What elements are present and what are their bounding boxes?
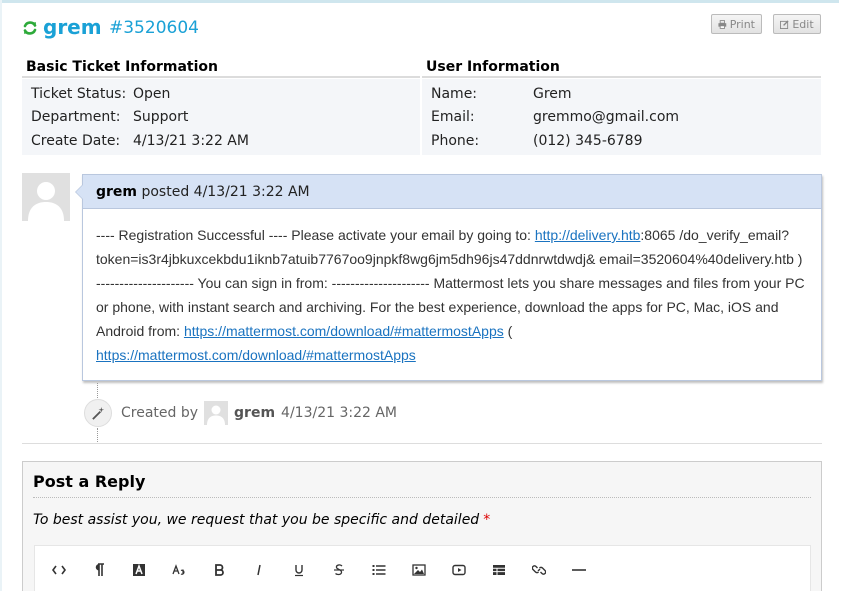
info-value: Support	[133, 109, 189, 126]
info-row-status: Ticket Status: Open	[22, 82, 420, 106]
delivery-link[interactable]: http://delivery.htb	[535, 227, 641, 243]
text-color-button[interactable]	[119, 550, 159, 590]
entry-text: (	[503, 323, 513, 339]
table-button[interactable]	[479, 550, 519, 590]
print-label: Print	[729, 17, 755, 31]
paragraph-icon	[95, 563, 104, 576]
timeline-connector	[97, 428, 98, 442]
code-view-button[interactable]	[39, 550, 79, 590]
bold-icon	[215, 564, 224, 576]
event-icon	[84, 399, 112, 427]
info-value: Grem	[533, 85, 572, 102]
divider	[22, 443, 822, 444]
link-button[interactable]	[519, 550, 559, 590]
image-button[interactable]	[399, 550, 439, 590]
paragraph-button[interactable]	[79, 550, 119, 590]
user-silhouette-icon	[207, 405, 226, 425]
info-label: Email:	[431, 109, 475, 126]
info-value: 4/13/21 3:22 AM	[133, 132, 249, 149]
info-row-create-date: Create Date: 4/13/21 3:22 AM	[22, 129, 420, 153]
left-border	[0, 0, 2, 591]
info-value: Open	[133, 85, 171, 102]
info-label: Name:	[431, 85, 478, 102]
post-reply-section: Post a Reply To best assist you, we requ…	[22, 461, 822, 591]
info-value: gremmo@gmail.com	[533, 109, 680, 126]
user-silhouette-icon	[28, 182, 64, 221]
event-user: grem	[234, 405, 276, 421]
user-info: User Information Name: Grem Email: gremm…	[422, 57, 821, 155]
avatar	[204, 401, 229, 425]
entry-pointer-inner	[76, 185, 83, 199]
user-info-title: User Information	[422, 57, 821, 78]
entry-time: 4/13/21 3:22 AM	[193, 184, 310, 200]
reply-title: Post a Reply	[33, 472, 146, 491]
edit-label: Edit	[792, 17, 814, 31]
font-size-button[interactable]	[159, 550, 199, 590]
list-icon	[372, 565, 386, 575]
italic-icon	[257, 564, 261, 576]
ticket-header: grem #3520604 Print Edit	[22, 12, 822, 42]
horizontal-rule-button[interactable]	[559, 550, 599, 590]
basic-info-table: Ticket Status: Open Department: Support …	[22, 79, 420, 155]
font-size-icon	[172, 564, 185, 575]
edit-button[interactable]: Edit	[773, 14, 821, 34]
italic-button[interactable]	[239, 550, 279, 590]
created-by-text: Created by	[121, 405, 199, 421]
ticket-number-link[interactable]: #3520604	[109, 18, 199, 38]
required-mark: *	[483, 512, 491, 528]
link-icon	[532, 565, 546, 575]
thread-entry: grem posted 4/13/21 3:22 AM ---- Registr…	[75, 174, 822, 381]
bold-button[interactable]	[199, 550, 239, 590]
info-row-phone: Phone: (012) 345-6789	[422, 129, 821, 153]
reply-hint: To best assist you, we request that you …	[33, 512, 490, 528]
thread-event: Created by grem 4/13/21 3:22 AM	[121, 401, 398, 425]
basic-info-title: Basic Ticket Information	[22, 57, 420, 78]
magic-wand-icon	[91, 406, 104, 420]
refresh-icon[interactable]	[22, 20, 38, 36]
top-border	[0, 0, 839, 3]
underline-icon	[295, 565, 303, 577]
list-button[interactable]	[359, 550, 399, 590]
mattermost-download-link-2[interactable]: https://mattermost.com/download/#matterm…	[96, 347, 416, 363]
horizontal-rule-icon	[572, 569, 586, 571]
underline-button[interactable]	[279, 550, 319, 590]
text-color-icon	[133, 563, 145, 576]
print-icon	[718, 19, 727, 29]
info-label: Phone:	[431, 132, 480, 149]
thread-entry-header: grem posted 4/13/21 3:22 AM	[83, 175, 821, 209]
entry-text: ---- Registration Successful ---- Please…	[96, 227, 535, 243]
basic-ticket-info: Basic Ticket Information Ticket Status: …	[22, 57, 420, 155]
strikethrough-button[interactable]	[319, 550, 359, 590]
timeline-connector	[97, 383, 98, 398]
info-row-department: Department: Support	[22, 106, 420, 130]
reply-hint-text: To best assist you, we request that you …	[33, 512, 480, 528]
table-icon	[493, 565, 505, 575]
thread-entry-body: ---- Registration Successful ---- Please…	[83, 209, 821, 367]
info-row-name: Name: Grem	[422, 82, 821, 106]
print-button[interactable]: Print	[711, 14, 762, 34]
info-label: Ticket Status:	[31, 85, 127, 102]
image-icon	[412, 564, 426, 576]
edit-icon	[780, 19, 789, 29]
event-time: 4/13/21 3:22 AM	[281, 405, 398, 421]
editor-toolbar	[34, 545, 811, 591]
info-label: Department:	[31, 109, 121, 126]
user-info-table: Name: Grem Email: gremmo@gmail.com Phone…	[422, 79, 821, 155]
code-view-icon	[52, 565, 66, 575]
strikethrough-icon	[334, 564, 344, 576]
avatar	[22, 173, 70, 221]
info-value: (012) 345-6789	[533, 132, 643, 149]
info-label: Create Date:	[31, 132, 121, 149]
ticket-user-link[interactable]: grem	[43, 15, 102, 39]
video-button[interactable]	[439, 550, 479, 590]
mattermost-download-link[interactable]: https://mattermost.com/download/#matterm…	[184, 323, 504, 339]
entry-author: grem	[96, 184, 138, 200]
entry-posted-text: posted	[141, 184, 190, 200]
divider	[33, 497, 811, 498]
info-row-email: Email: gremmo@gmail.com	[422, 106, 821, 130]
video-icon	[452, 564, 466, 576]
